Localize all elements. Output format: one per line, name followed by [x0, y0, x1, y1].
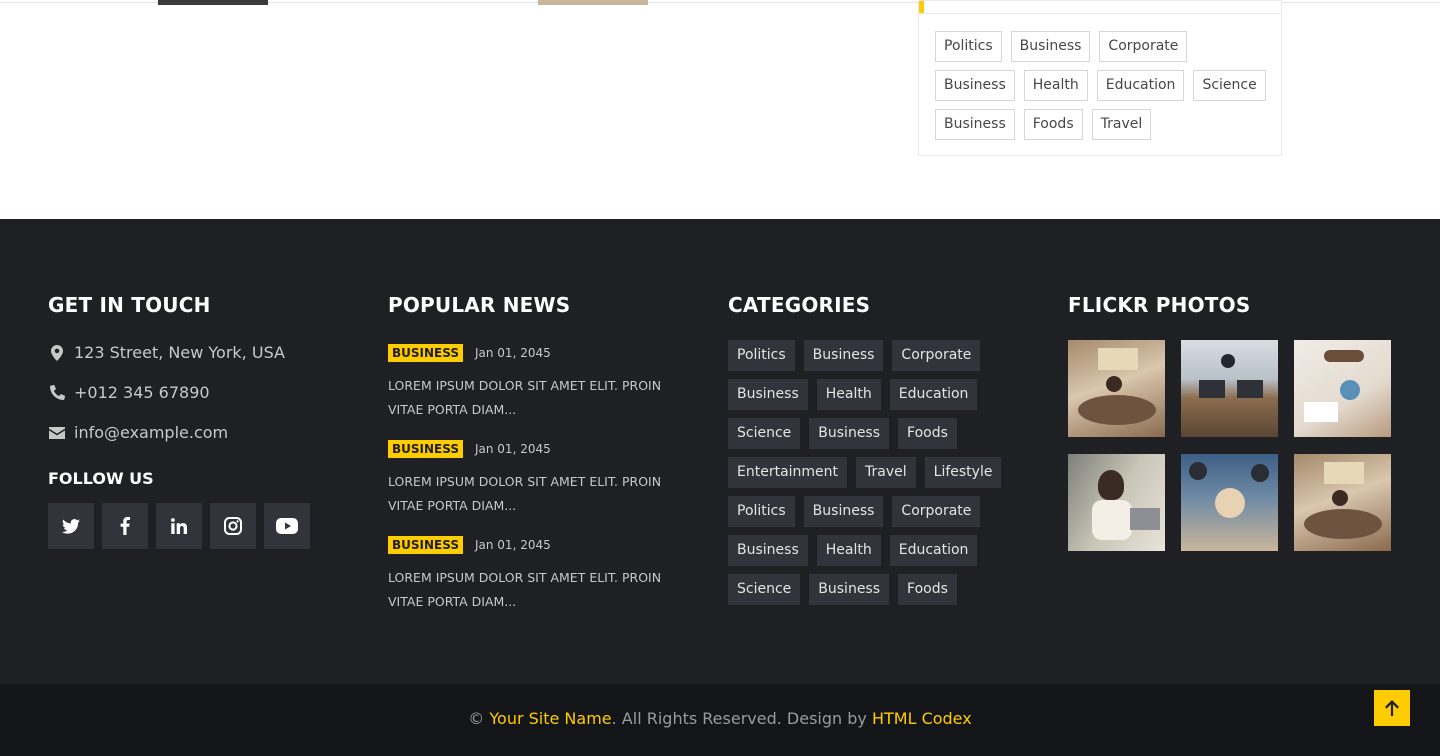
category-tag[interactable]: Education: [889, 535, 978, 566]
popular-news-title: POPULAR NEWS: [388, 293, 571, 317]
tag-link[interactable]: Business: [935, 70, 1015, 101]
site-footer: GET IN TOUCH 123 Street, New York, USA +…: [0, 219, 1440, 684]
woman-laptop-photo[interactable]: [1068, 454, 1165, 551]
news-meta: BUSINESS Jan 01, 2045: [388, 440, 698, 458]
tag-link[interactable]: Education: [1096, 70, 1185, 101]
tag-link[interactable]: Science: [1193, 70, 1266, 101]
envelope-icon: [48, 426, 66, 439]
tag-link[interactable]: Business: [1010, 31, 1091, 62]
article-image-edge: [538, 0, 648, 5]
twitter-icon[interactable]: [48, 503, 94, 549]
flickr-gallery: [1068, 340, 1392, 551]
back-to-top-button[interactable]: [1374, 690, 1410, 726]
category-tag[interactable]: Entertainment: [728, 457, 848, 488]
linkedin-icon[interactable]: [156, 503, 202, 549]
news-item: BUSINESS Jan 01, 2045 LOREM IPSUM DOLOR …: [388, 440, 698, 518]
news-title-link[interactable]: LOREM IPSUM DOLOR SIT AMET ELIT. PROIN V…: [388, 566, 698, 614]
office-laptops-photo[interactable]: [1181, 340, 1278, 437]
category-tag[interactable]: Business: [728, 535, 808, 566]
category-tag[interactable]: Corporate: [892, 496, 981, 527]
copyright-middle-text: . All Rights Reserved. Design by: [611, 709, 872, 728]
tag-cloud: Politics Business Corporate Business Hea…: [935, 31, 1275, 140]
widget-header-accent: [919, 1, 924, 13]
contact-phone: +012 345 67890: [48, 383, 210, 402]
news-meta: BUSINESS Jan 01, 2045: [388, 536, 698, 554]
contact-phone-text: +012 345 67890: [74, 383, 210, 402]
category-tag[interactable]: Business: [803, 340, 884, 371]
copyright-text: © Your Site Name. All Rights Reserved. D…: [0, 709, 1440, 728]
categories-title: CATEGORIES: [728, 293, 871, 317]
news-date[interactable]: Jan 01, 2045: [475, 538, 551, 552]
tag-link[interactable]: Travel: [1091, 109, 1152, 140]
category-tag[interactable]: Foods: [898, 574, 957, 605]
category-tag[interactable]: Politics: [728, 340, 795, 371]
team-meeting-photo[interactable]: [1068, 340, 1165, 437]
tags-widget: Politics Business Corporate Business Hea…: [918, 0, 1282, 156]
category-tag[interactable]: Science: [728, 574, 801, 605]
news-meta: BUSINESS Jan 01, 2045: [388, 344, 698, 362]
news-item: BUSINESS Jan 01, 2045 LOREM IPSUM DOLOR …: [388, 536, 698, 614]
category-tag[interactable]: Politics: [728, 496, 795, 527]
tag-link[interactable]: Health: [1023, 70, 1088, 101]
team-meeting-photo[interactable]: [1294, 454, 1391, 551]
news-category-badge[interactable]: BUSINESS: [388, 440, 463, 458]
content-area: Politics Business Corporate Business Hea…: [0, 0, 1440, 219]
copyright-bar: © Your Site Name. All Rights Reserved. D…: [0, 684, 1440, 756]
news-title-link[interactable]: LOREM IPSUM DOLOR SIT AMET ELIT. PROIN V…: [388, 374, 698, 422]
category-tag[interactable]: Corporate: [892, 340, 981, 371]
contact-email-text: info@example.com: [74, 423, 229, 442]
team-hands-photo[interactable]: [1181, 454, 1278, 551]
tag-link[interactable]: Foods: [1023, 109, 1083, 140]
category-tag[interactable]: Travel: [856, 457, 916, 488]
news-item: BUSINESS Jan 01, 2045 LOREM IPSUM DOLOR …: [388, 344, 698, 422]
contact-title: GET IN TOUCH: [48, 293, 211, 317]
category-tags: Politics Business Corporate Business Hea…: [728, 340, 1028, 605]
arrow-up-icon: [1385, 700, 1399, 716]
category-tag[interactable]: Business: [809, 574, 890, 605]
category-tag[interactable]: Foods: [898, 418, 957, 449]
follow-title: FOLLOW US: [48, 469, 154, 488]
category-tag[interactable]: Science: [728, 418, 801, 449]
category-tag[interactable]: Education: [889, 379, 978, 410]
tag-link[interactable]: Business: [935, 109, 1015, 140]
contact-address-text: 123 Street, New York, USA: [74, 343, 285, 362]
news-title-link[interactable]: LOREM IPSUM DOLOR SIT AMET ELIT. PROIN V…: [388, 470, 698, 518]
category-tag[interactable]: Business: [728, 379, 808, 410]
category-tag[interactable]: Lifestyle: [924, 457, 1002, 488]
designer-link[interactable]: HTML Codex: [872, 709, 972, 728]
phone-icon: [48, 385, 66, 400]
news-category-badge[interactable]: BUSINESS: [388, 536, 463, 554]
category-tag[interactable]: Business: [809, 418, 890, 449]
instagram-icon[interactable]: [210, 503, 256, 549]
youtube-icon[interactable]: [264, 503, 310, 549]
map-marker-icon: [48, 344, 66, 361]
news-date[interactable]: Jan 01, 2045: [475, 346, 551, 360]
tag-link[interactable]: Corporate: [1099, 31, 1188, 62]
article-image-edge: [158, 0, 268, 5]
category-tag[interactable]: Health: [816, 379, 881, 410]
category-tag[interactable]: Business: [803, 496, 884, 527]
flickr-title: FLICKR PHOTOS: [1068, 293, 1251, 317]
widget-header: [919, 1, 1281, 14]
news-date[interactable]: Jan 01, 2045: [475, 442, 551, 456]
social-links: [48, 503, 310, 549]
facebook-icon[interactable]: [102, 503, 148, 549]
handshake-charts-photo[interactable]: [1294, 340, 1391, 437]
contact-email: info@example.com: [48, 423, 228, 442]
contact-address: 123 Street, New York, USA: [48, 343, 285, 362]
site-name-link[interactable]: Your Site Name: [489, 709, 611, 728]
news-category-badge[interactable]: BUSINESS: [388, 344, 463, 362]
tag-link[interactable]: Politics: [935, 31, 1002, 62]
copyright-symbol: ©: [468, 709, 485, 728]
category-tag[interactable]: Health: [816, 535, 881, 566]
